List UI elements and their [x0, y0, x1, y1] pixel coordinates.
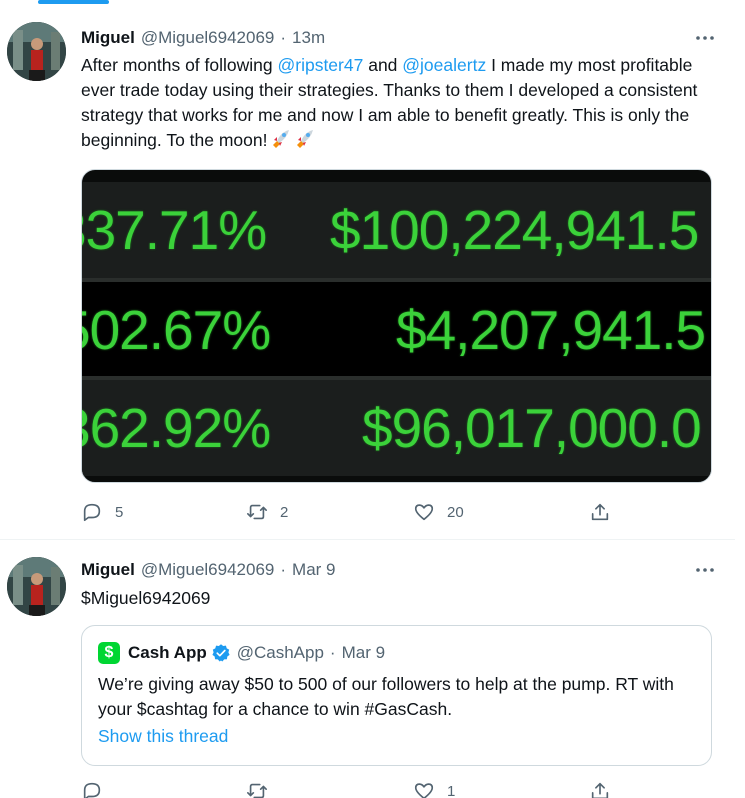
separator-dot: · [280, 560, 287, 579]
like-button[interactable]: 1 [413, 780, 455, 798]
tweet-actions: 1 [81, 780, 641, 798]
tweet[interactable]: Miguel @Miguel6942069 · 13m After months… [0, 8, 735, 540]
tweet-text: $Miguel6942069 [81, 588, 211, 608]
display-name[interactable]: Miguel [81, 28, 135, 48]
share-button[interactable] [589, 780, 611, 798]
retweet-icon [247, 783, 267, 798]
share-icon [591, 782, 609, 798]
separator-dot: · [280, 28, 287, 47]
retweet-icon [247, 504, 267, 520]
retweet-button[interactable] [246, 780, 280, 798]
show-thread-link[interactable]: Show this thread [98, 726, 228, 747]
avatar[interactable] [7, 557, 66, 616]
rocket-emoji-icon [297, 130, 314, 148]
quoted-timestamp: Mar 9 [341, 643, 386, 662]
tweet-text: After months of following @ripster47 and… [81, 53, 701, 153]
ticker-row: 337.71% $100,224,941.5 [82, 182, 711, 278]
mention-link[interactable]: @ripster47 [277, 55, 363, 75]
quoted-display-name: Cash App [128, 643, 207, 662]
retweet-button[interactable]: 2 [246, 501, 288, 523]
rocket-emoji-icon [273, 130, 290, 148]
timestamp[interactable]: Mar 9 [292, 560, 335, 580]
heart-icon [414, 504, 434, 521]
like-count: 1 [447, 782, 456, 798]
display-name[interactable]: Miguel [81, 560, 135, 580]
ticker-row: 502.67% $4,207,941.5 [82, 282, 711, 378]
timestamp[interactable]: 13m [292, 28, 325, 48]
quoted-tweet-header: $ Cash App @CashApp · Mar 9 [98, 642, 385, 664]
like-count: 20 [447, 503, 464, 521]
reply-icon [83, 503, 101, 522]
more-options-icon[interactable] [693, 28, 717, 48]
active-tab-indicator [38, 0, 109, 4]
tweet-actions: 5 2 20 [81, 501, 641, 525]
ticker-amount: $96,017,000.0 [362, 397, 702, 459]
ticker-percent: 362.92% [81, 397, 271, 459]
avatar[interactable] [7, 22, 66, 81]
reply-button[interactable] [81, 780, 115, 798]
tweet-header: Miguel @Miguel6942069 · Mar 9 [81, 559, 336, 581]
tweet[interactable]: Miguel @Miguel6942069 · Mar 9 $Miguel694… [0, 541, 735, 798]
separator-dot: · [329, 643, 336, 662]
retweet-count: 2 [280, 503, 289, 521]
quoted-user-handle: @CashApp [236, 643, 324, 662]
share-icon [591, 503, 609, 521]
ticker-percent: 502.67% [81, 299, 271, 361]
ticker-percent: 337.71% [82, 199, 267, 261]
share-button[interactable] [589, 501, 611, 523]
cashapp-logo-icon: $ [98, 642, 120, 664]
user-handle[interactable]: @Miguel6942069 [141, 28, 275, 48]
ticker-row: 362.92% $96,017,000.0 [82, 380, 711, 476]
reply-button[interactable]: 5 [81, 501, 123, 523]
like-button[interactable]: 20 [413, 501, 464, 523]
text-segment: After months of following [81, 55, 278, 75]
reply-count: 5 [115, 503, 124, 521]
tweet-header: Miguel @Miguel6942069 · 13m [81, 27, 325, 49]
tweet-image[interactable]: 337.71% $100,224,941.5 502.67% $4,207,94… [81, 169, 712, 483]
ticker-amount: $100,224,941.5 [330, 199, 699, 261]
user-handle[interactable]: @Miguel6942069 [141, 560, 275, 580]
quoted-tweet-text: We’re giving away $50 to 500 of our foll… [98, 674, 674, 719]
heart-icon [414, 783, 434, 798]
text-segment: and [363, 55, 403, 75]
reply-icon [83, 782, 101, 798]
quoted-tweet[interactable]: $ Cash App @CashApp · Mar 9 We’re giving… [81, 625, 712, 766]
mention-link[interactable]: @joealertz [402, 55, 486, 75]
ticker-amount: $4,207,941.5 [396, 299, 706, 361]
verified-badge-icon [212, 644, 230, 662]
more-options-icon[interactable] [693, 560, 717, 580]
